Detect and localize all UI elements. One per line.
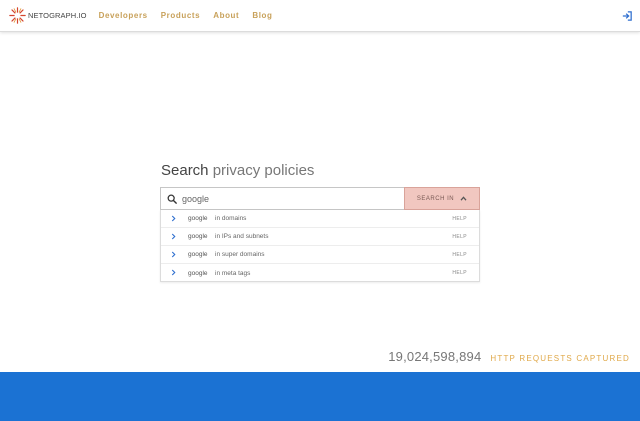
chevron-right-icon: [171, 269, 176, 276]
suggestion-query: google: [188, 269, 208, 277]
suggestion-query: google: [188, 233, 208, 240]
suggestion-super-domains[interactable]: google in super domains HELP: [161, 246, 479, 264]
chevron-right-icon: [171, 233, 176, 240]
suggestion-domains[interactable]: google in domains HELP: [161, 210, 479, 228]
starburst-logo-icon: [9, 7, 26, 24]
suggestion-scope: in domains: [215, 215, 247, 222]
search-in-label: SEARCH IN: [416, 195, 455, 202]
nav-about[interactable]: About: [213, 11, 239, 20]
help-link[interactable]: HELP: [452, 252, 467, 258]
help-link[interactable]: HELP: [452, 234, 467, 240]
search-icon: [167, 194, 177, 204]
brand-logo[interactable]: NETOGRAPH.IO: [9, 0, 87, 32]
suggestion-scope: in IPs and subnets: [215, 233, 269, 240]
chevron-up-icon: [460, 196, 467, 201]
nav-products[interactable]: Products: [161, 11, 200, 20]
suggestions-dropdown: google in domains HELP google in IPs and…: [160, 210, 480, 282]
suggestion-meta-tags[interactable]: google in meta tags HELP: [161, 264, 479, 282]
nav-developers[interactable]: Developers: [99, 11, 148, 20]
footer-band: [0, 372, 640, 421]
nav-links: Developers Products About Blog: [99, 11, 286, 20]
suggestion-ips-subnets[interactable]: google in IPs and subnets HELP: [161, 228, 479, 246]
headline-strong: Search: [161, 162, 209, 179]
requests-counter: 19,024,598,894 HTTP REQUESTS CAPTURED: [388, 349, 630, 364]
headline-light: privacy policies: [212, 162, 315, 179]
suggestion-scope: in super domains: [215, 251, 265, 258]
suggestion-query: google: [188, 251, 208, 258]
nav-blog[interactable]: Blog: [252, 11, 272, 20]
chevron-right-icon: [171, 215, 176, 222]
help-link[interactable]: HELP: [452, 270, 467, 276]
top-navbar: NETOGRAPH.IO Developers Products About B…: [0, 0, 640, 32]
chevron-right-icon: [171, 251, 176, 258]
suggestion-scope: in meta tags: [215, 269, 251, 277]
help-link[interactable]: HELP: [452, 216, 467, 222]
request-count-label: HTTP REQUESTS CAPTURED: [490, 354, 630, 363]
page-title: Search privacy policies: [161, 162, 314, 179]
login-icon[interactable]: [622, 11, 632, 21]
suggestion-query: google: [188, 215, 208, 222]
request-count: 19,024,598,894: [388, 349, 482, 364]
search-bar: SEARCH IN: [160, 187, 480, 210]
search-in-button[interactable]: SEARCH IN: [404, 187, 480, 210]
logo-text: NETOGRAPH.IO: [28, 11, 87, 20]
search-input[interactable]: [182, 189, 402, 208]
